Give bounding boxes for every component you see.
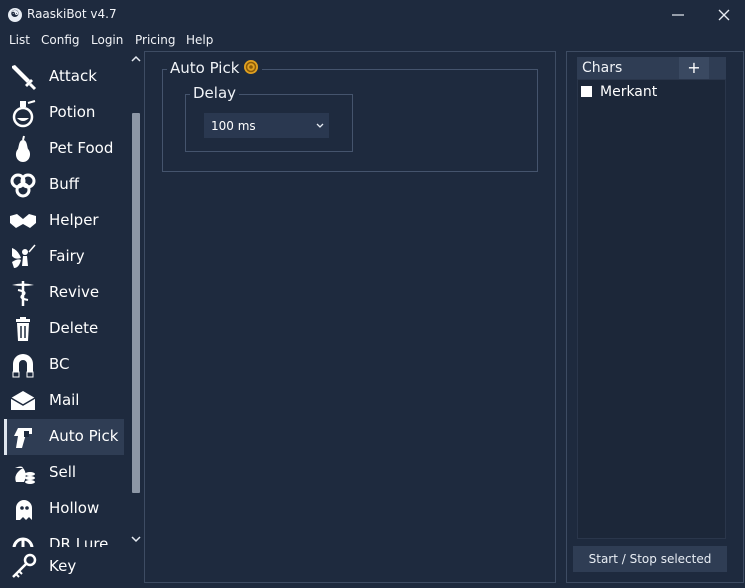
sidebar-item-label: Key	[49, 557, 77, 575]
delay-select-value: 100 ms	[211, 119, 256, 133]
ghost-icon	[16, 500, 32, 520]
sidebar-item-label: Fairy	[49, 247, 85, 265]
sidebar-item-auto-pick[interactable]: Auto Pick	[4, 419, 124, 455]
chars-header: Chars +	[577, 57, 726, 79]
menu-list[interactable]: List	[9, 33, 30, 47]
chevron-down-icon	[316, 123, 324, 128]
caduceus-icon	[12, 281, 34, 306]
char-checkbox[interactable]	[581, 86, 592, 97]
potion-icon	[12, 100, 36, 128]
sidebar-scrollbar-thumb[interactable]	[132, 113, 140, 493]
fairy-icon	[12, 244, 36, 268]
sidebar-item-attack[interactable]: Attack	[4, 59, 124, 95]
menu-config[interactable]: Config	[41, 33, 80, 47]
sidebar-item-bc[interactable]: BC	[4, 347, 124, 383]
sidebar-item-label: DR Lure	[49, 535, 109, 547]
close-icon[interactable]	[714, 5, 734, 25]
sidebar-item-fairy[interactable]: Fairy	[4, 239, 124, 275]
sidebar-item-pet-food[interactable]: Pet Food	[4, 131, 124, 167]
list-item[interactable]: Merkant	[581, 84, 721, 102]
grab-icon	[14, 428, 32, 448]
sidebar-item-label: Revive	[49, 283, 100, 301]
section-title-text: Auto Pick	[170, 59, 240, 77]
sidebar-item-label: Auto Pick	[49, 427, 119, 445]
sidebar-item-delete[interactable]: Delete	[4, 311, 124, 347]
sidebar-item-label: Attack	[49, 67, 97, 85]
sidebar-item-buff[interactable]: Buff	[4, 167, 124, 203]
scroll-up-icon[interactable]	[129, 53, 143, 65]
sidebar-item-label: Helper	[49, 211, 99, 229]
sidebar-item-potion[interactable]: Potion	[4, 95, 124, 131]
sidebar-item-key[interactable]: Key	[4, 549, 124, 585]
coin-icon	[244, 60, 259, 74]
sidebar-item-label: Sell	[49, 463, 77, 481]
char-name: Merkant	[600, 84, 658, 100]
money-bag-icon	[15, 466, 35, 484]
key-icon	[12, 553, 37, 578]
sidebar-item-label: BC	[49, 355, 70, 373]
menu-help[interactable]: Help	[186, 33, 213, 47]
scroll-down-icon[interactable]	[129, 533, 143, 545]
sidebar-item-label: Hollow	[49, 499, 100, 517]
magnet-icon	[12, 354, 34, 378]
lure-icon	[12, 537, 34, 547]
handshake-icon	[10, 214, 36, 228]
menu-login[interactable]: Login	[91, 33, 123, 47]
delay-label: Delay	[190, 84, 240, 102]
add-char-button[interactable]: +	[679, 57, 709, 79]
delay-select[interactable]: 100 ms	[204, 113, 329, 138]
yin-yang-icon: ☯	[8, 8, 22, 22]
envelope-icon	[10, 391, 36, 410]
pear-icon	[15, 135, 31, 162]
sidebar-item-revive[interactable]: Revive	[4, 275, 124, 311]
sidebar-nav: Attack Potion Pet Food Buff Helper Fairy…	[0, 51, 143, 588]
minimize-icon[interactable]	[668, 5, 688, 25]
sidebar-item-hollow[interactable]: Hollow	[4, 491, 124, 527]
sidebar-item-label: Pet Food	[49, 139, 114, 157]
chars-title: Chars	[582, 60, 623, 76]
sword-icon	[12, 65, 37, 91]
window-title: RaaskiBot v4.7	[27, 7, 117, 21]
chars-list: Merkant	[577, 79, 726, 539]
sidebar-item-label: Potion	[49, 103, 96, 121]
sidebar-item-label: Buff	[49, 175, 80, 193]
title-bar: ☯ RaaskiBot v4.7	[0, 0, 745, 30]
trash-icon	[16, 317, 30, 341]
sidebar-item-helper[interactable]: Helper	[4, 203, 124, 239]
sidebar-item-label: Delete	[49, 319, 99, 337]
sidebar-item-dr-lure[interactable]: DR Lure	[4, 527, 124, 547]
sidebar-item-mail[interactable]: Mail	[4, 383, 124, 419]
start-stop-button[interactable]: Start / Stop selected	[573, 546, 727, 572]
auto-pick-title: Auto Pick	[167, 59, 263, 77]
sidebar-item-label: Mail	[49, 391, 80, 409]
sidebar-item-sell[interactable]: Sell	[4, 455, 124, 491]
menu-pricing[interactable]: Pricing	[135, 33, 175, 47]
triskelion-icon	[10, 173, 36, 198]
menu-bar: List Config Login Pricing Help	[0, 31, 745, 51]
